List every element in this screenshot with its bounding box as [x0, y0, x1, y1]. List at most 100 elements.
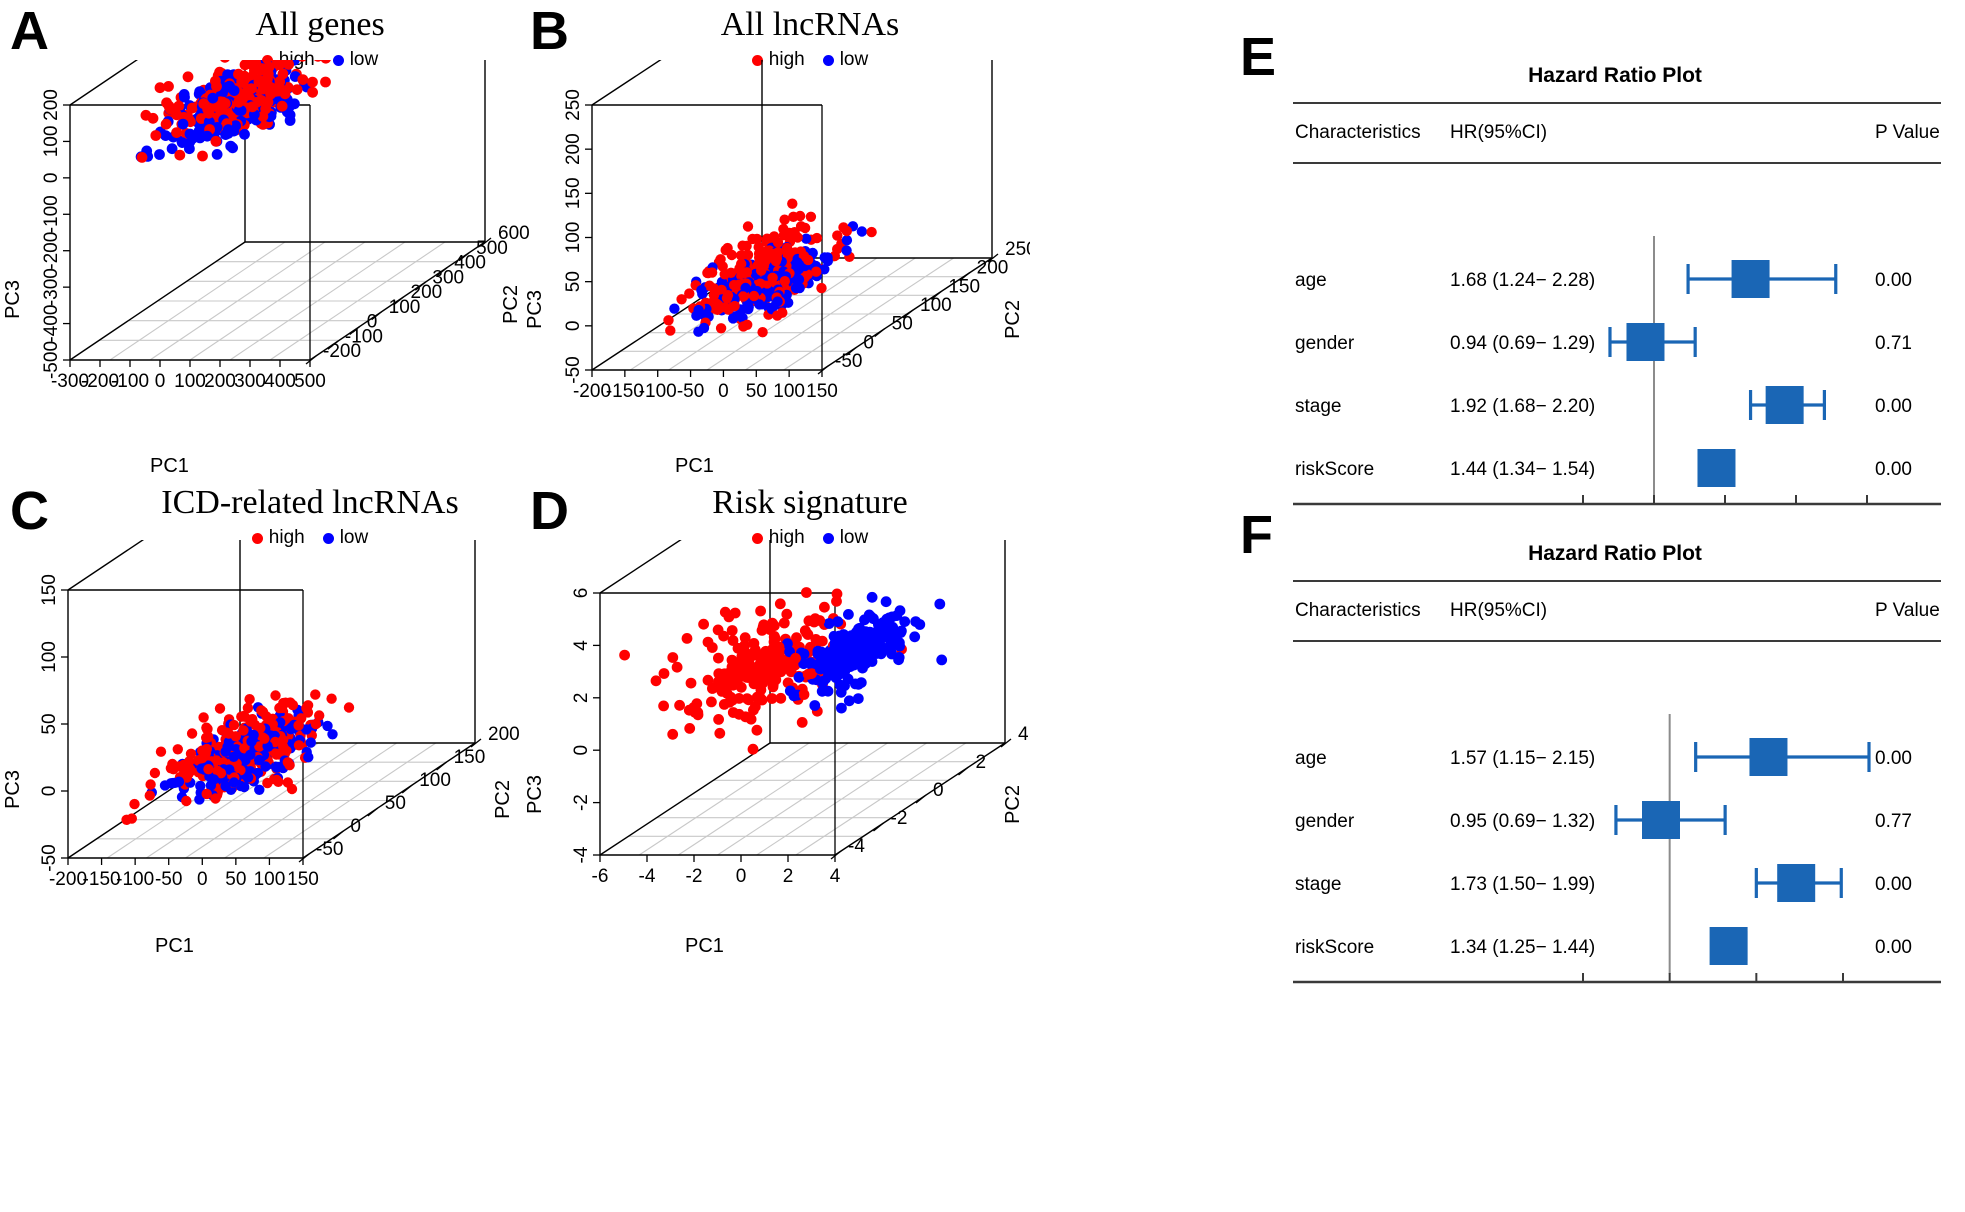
- svg-text:0.00: 0.00: [1875, 270, 1912, 291]
- panel-d-plot: -4-20246-6 -4 -2 0 2 4-4-2024: [571, 540, 1029, 887]
- svg-text:2: 2: [783, 866, 794, 887]
- panel-c-ylabel: PC3: [2, 770, 24, 809]
- panel-c-label: C: [10, 481, 49, 541]
- panel-e-col-hr: HR(95%CI): [1450, 122, 1548, 143]
- svg-text:250: 250: [563, 89, 584, 121]
- panel-e: E Hazard Ratio Plot Characteristics HR(9…: [1240, 24, 1965, 506]
- svg-text:-4: -4: [639, 866, 656, 887]
- svg-text:-4: -4: [848, 836, 865, 857]
- panel-a-ylabel: PC3: [2, 280, 24, 319]
- svg-text:0: 0: [155, 371, 166, 392]
- svg-text:riskScore: riskScore: [1295, 937, 1374, 958]
- svg-text:0: 0: [736, 866, 747, 887]
- panel-f-col-hr: HR(95%CI): [1450, 600, 1548, 621]
- svg-text:100: 100: [563, 222, 584, 254]
- panel-d-zlabel: PC2: [1002, 785, 1024, 824]
- svg-text:4: 4: [1018, 724, 1029, 745]
- panel-b-zlabel: PC2: [1002, 300, 1024, 339]
- svg-text:0.00: 0.00: [1875, 748, 1912, 769]
- svg-text:gender: gender: [1295, 811, 1355, 832]
- svg-text:0.00: 0.00: [1875, 396, 1912, 417]
- panel-e-forest: age 1.68 (1.24− 2.28) 0.00 gender 0.94 (0.69…: [1293, 236, 1941, 506]
- panel-f-rule-header: [1293, 640, 1941, 642]
- svg-text:100: 100: [773, 381, 805, 402]
- svg-text:0: 0: [367, 312, 378, 333]
- svg-text:-300: -300: [41, 268, 62, 306]
- svg-text:-50: -50: [155, 869, 182, 890]
- panel-e-label: E: [1240, 27, 1277, 87]
- panel-a: A All genes high low -500-400-300-200-10…: [0, 0, 530, 480]
- panel-a-plot: -500-400-300-200-1000100200-300-200-100 0…: [41, 60, 530, 392]
- svg-text:200: 200: [563, 133, 584, 165]
- svg-text:150: 150: [454, 747, 486, 768]
- svg-text:-100: -100: [116, 869, 154, 890]
- svg-text:50: 50: [385, 793, 406, 814]
- panel-e-rule-header: [1293, 162, 1941, 164]
- panel-f-rule-top: [1293, 580, 1941, 582]
- svg-text:150: 150: [287, 869, 319, 890]
- svg-text:2: 2: [571, 693, 592, 704]
- svg-text:50: 50: [746, 381, 767, 402]
- panel-c-title: ICD-related lncRNAs: [161, 484, 459, 521]
- svg-text:50: 50: [39, 713, 60, 734]
- panel-c-zlabel: PC2: [492, 780, 514, 819]
- svg-text:-50: -50: [316, 839, 343, 860]
- svg-text:-50: -50: [563, 356, 584, 383]
- svg-text:-200: -200: [41, 232, 62, 270]
- panel-c-xlabel: PC1: [155, 935, 194, 957]
- svg-text:0: 0: [350, 816, 361, 837]
- panel-b: B All lncRNAs high low -50 0 50 100 150 200 25…: [520, 0, 1030, 480]
- svg-text:0: 0: [197, 869, 208, 890]
- svg-text:6: 6: [571, 588, 592, 599]
- svg-text:0.00: 0.00: [1875, 874, 1912, 895]
- svg-text:1.57 (1.15− 2.15): 1.57 (1.15− 2.15): [1450, 748, 1595, 769]
- svg-text:0: 0: [41, 173, 62, 184]
- svg-text:riskScore: riskScore: [1295, 459, 1374, 480]
- svg-text:50: 50: [225, 869, 246, 890]
- svg-text:-200: -200: [49, 869, 87, 890]
- panel-a-title: All genes: [255, 6, 385, 43]
- panel-e-rule-top: [1293, 102, 1941, 104]
- svg-text:0.71: 0.71: [1875, 333, 1912, 354]
- svg-text:150: 150: [948, 276, 980, 297]
- svg-text:150: 150: [39, 574, 60, 606]
- svg-text:1.34 (1.25− 1.44): 1.34 (1.25− 1.44): [1450, 937, 1595, 958]
- svg-text:gender: gender: [1295, 333, 1355, 354]
- svg-text:2: 2: [976, 752, 987, 773]
- svg-text:100: 100: [41, 126, 62, 158]
- svg-text:age: age: [1295, 748, 1327, 769]
- svg-text:250: 250: [1005, 239, 1030, 260]
- panel-b-plot: -50050100150200250-200-150-100 -50 0 50 100 1…: [563, 60, 1030, 402]
- panel-a-label: A: [10, 1, 49, 61]
- panel-f-forest: age 1.57 (1.15− 2.15) 0.00 gender 0.95 (0.69…: [1293, 714, 1941, 984]
- svg-text:-100: -100: [639, 381, 677, 402]
- svg-text:100: 100: [419, 770, 451, 791]
- svg-text:0.77: 0.77: [1875, 811, 1912, 832]
- svg-text:-400: -400: [41, 305, 62, 343]
- svg-text:1.44 (1.34− 1.54): 1.44 (1.34− 1.54): [1450, 459, 1595, 480]
- svg-text:0.00: 0.00: [1875, 459, 1912, 480]
- panel-f-title: Hazard Ratio Plot: [1528, 542, 1702, 565]
- svg-text:100: 100: [174, 371, 206, 392]
- svg-text:0: 0: [863, 332, 874, 353]
- panel-d: D Risk signature high low -4 -2 0 2 4 6 -6 -4 -2…: [520, 480, 1030, 960]
- panel-e-title: Hazard Ratio Plot: [1528, 64, 1702, 87]
- panel-f: F Hazard Ratio Plot Characteristics HR(9…: [1240, 502, 1965, 984]
- svg-text:200: 200: [977, 258, 1009, 279]
- svg-text:0.95 (0.69− 1.32): 0.95 (0.69− 1.32): [1450, 811, 1595, 832]
- svg-text:0.00: 0.00: [1875, 937, 1912, 958]
- svg-text:150: 150: [563, 177, 584, 209]
- svg-text:age: age: [1295, 270, 1327, 291]
- svg-text:0: 0: [39, 786, 60, 797]
- panel-c: C ICD-related lncRNAs high low -50 0 50 100…: [0, 480, 530, 960]
- svg-text:400: 400: [264, 371, 296, 392]
- panel-d-ylabel: PC3: [524, 775, 546, 814]
- svg-text:-100: -100: [111, 371, 149, 392]
- svg-text:-150: -150: [83, 869, 121, 890]
- svg-text:4: 4: [830, 866, 841, 887]
- panel-c-plot: -50050100150-200-150-100 -50 0 50 100 150-500…: [39, 540, 520, 890]
- panel-d-label: D: [530, 481, 569, 541]
- panel-b-ylabel: PC3: [524, 290, 546, 329]
- panel-b-label: B: [530, 1, 569, 61]
- svg-text:-4: -4: [571, 846, 592, 863]
